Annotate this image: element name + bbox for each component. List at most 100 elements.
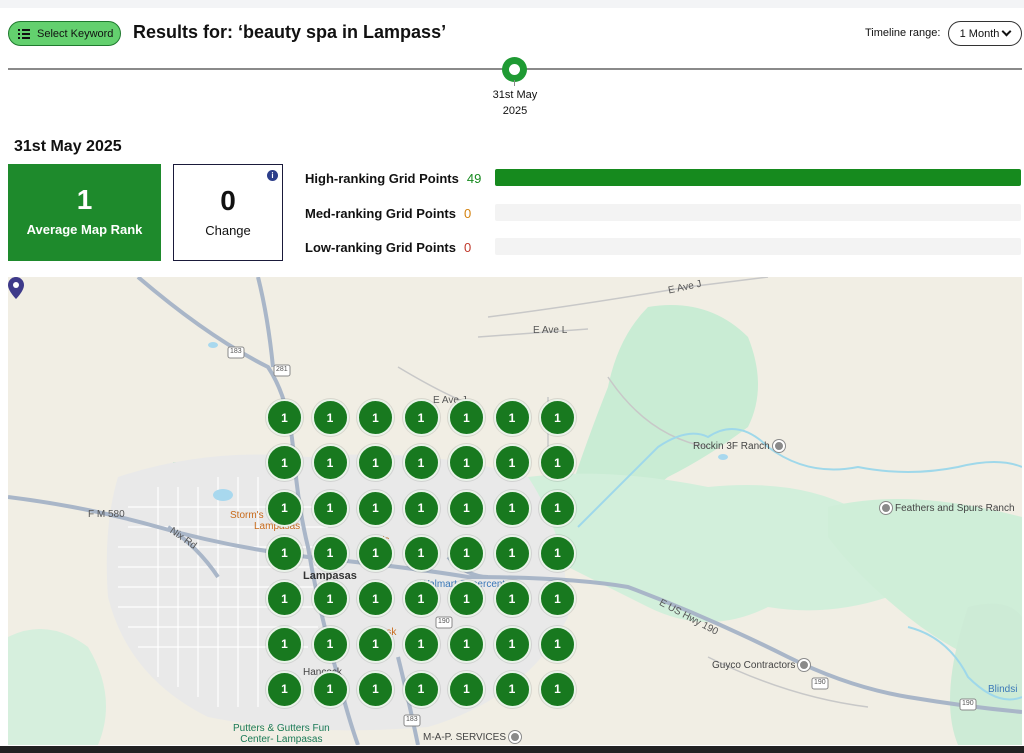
- timeline-date-line2: 2025: [502, 105, 528, 117]
- grid-point[interactable]: 1: [539, 580, 576, 618]
- place-pin-icon: [798, 659, 811, 671]
- grid-point[interactable]: 1: [493, 625, 531, 663]
- select-keyword-label: Select Keyword: [37, 27, 114, 40]
- grid-point[interactable]: 1: [357, 625, 394, 663]
- list-icon: [18, 28, 30, 39]
- grid-point[interactable]: 1: [493, 670, 531, 708]
- grid-point[interactable]: 1: [402, 670, 440, 708]
- grid-point[interactable]: 1: [493, 580, 531, 618]
- grid-point[interactable]: 1: [311, 670, 349, 708]
- grid-point[interactable]: 1: [311, 580, 349, 618]
- change-card: i 0 Change: [173, 164, 283, 261]
- timeline-date-line1: 31st May: [492, 89, 538, 101]
- grid-point[interactable]: 1: [311, 444, 349, 482]
- high-ranking-bar-fill: [495, 169, 1021, 186]
- grid-point[interactable]: 1: [357, 534, 394, 572]
- grid-point[interactable]: 1: [266, 399, 303, 436]
- timeline-range-label: Timeline range:: [865, 27, 941, 39]
- grid-point[interactable]: 1: [539, 489, 576, 527]
- shield-183-b: 183: [406, 716, 418, 723]
- rank-grid-map[interactable]: 183 281 183 190 190 190 E Ave J E Ave L …: [8, 277, 1022, 745]
- poi-storms[interactable]: Storm's: [230, 510, 264, 521]
- poi-feathers-and-spurs-ranch[interactable]: Feathers and Spurs Ranch: [880, 502, 1015, 514]
- low-ranking-bar: [495, 238, 1021, 255]
- low-ranking-row: Low-ranking Grid Points 0: [305, 237, 471, 257]
- average-map-rank-value: 1: [76, 184, 93, 215]
- med-ranking-count: 0: [463, 205, 472, 221]
- poi-guyco-contractors[interactable]: Guyco Contractors: [712, 659, 811, 671]
- timeline-range-select[interactable]: 1 Month: [948, 21, 1022, 46]
- timeline-range-value: 1 Month: [959, 27, 1000, 40]
- grid-point[interactable]: 1: [539, 534, 576, 572]
- grid-point[interactable]: 1: [357, 399, 394, 436]
- change-label: Change: [205, 223, 251, 238]
- bottom-strip: [0, 746, 1024, 753]
- med-ranking-label: Med-ranking Grid Points: [305, 205, 456, 221]
- grid-point[interactable]: 1: [493, 399, 531, 436]
- grid-point[interactable]: 1: [266, 670, 303, 708]
- grid-point[interactable]: 1: [448, 625, 485, 663]
- shield-190-c: 190: [962, 700, 974, 707]
- timeline-date: 31st May 2025: [475, 87, 555, 119]
- grid-point[interactable]: 1: [402, 625, 440, 663]
- top-strip: [0, 0, 1024, 8]
- grid-point[interactable]: 1: [493, 489, 531, 527]
- med-ranking-bar: [495, 204, 1021, 221]
- low-ranking-count: 0: [463, 239, 472, 255]
- grid-point[interactable]: 1: [402, 534, 440, 572]
- grid-point[interactable]: 1: [448, 399, 485, 436]
- grid-point[interactable]: 1: [266, 625, 303, 663]
- timeline-point[interactable]: [502, 57, 527, 82]
- grid-point[interactable]: 1: [539, 399, 576, 436]
- grid-point[interactable]: 1: [402, 580, 440, 618]
- place-pin-icon: [880, 502, 892, 514]
- road-label-e-ave-l: E Ave L: [533, 325, 568, 336]
- grid-point[interactable]: 1: [448, 489, 485, 527]
- chevron-down-icon: [1001, 26, 1012, 37]
- grid-point[interactable]: 1: [402, 399, 440, 436]
- grid-point[interactable]: 1: [311, 534, 349, 572]
- med-ranking-row: Med-ranking Grid Points 0: [305, 203, 471, 223]
- grid-point[interactable]: 1: [266, 534, 303, 572]
- page-title: Results for: ‘beauty spa in Lampass’: [133, 22, 447, 42]
- grid-point[interactable]: 1: [493, 444, 531, 482]
- grid-point[interactable]: 1: [539, 625, 576, 663]
- place-pin-icon: [509, 731, 521, 743]
- info-icon[interactable]: i: [267, 170, 278, 181]
- high-ranking-label: High-ranking Grid Points: [305, 170, 459, 186]
- high-ranking-bar: [495, 169, 1021, 186]
- shield-190-a: 190: [438, 618, 450, 625]
- average-map-rank-card: 1 Average Map Rank: [8, 164, 161, 261]
- grid-point[interactable]: 1: [493, 534, 531, 572]
- grid-point[interactable]: 1: [402, 444, 440, 482]
- shield-190-b: 190: [814, 679, 826, 686]
- grid-point[interactable]: 1: [539, 670, 576, 708]
- select-keyword-button[interactable]: Select Keyword: [8, 21, 121, 46]
- grid-point[interactable]: 1: [448, 580, 485, 618]
- timeline-tick: [514, 80, 515, 86]
- grid-point[interactable]: 1: [311, 625, 349, 663]
- grid-point[interactable]: 1: [311, 399, 349, 436]
- grid-point[interactable]: 1: [266, 489, 303, 527]
- poi-blindsi[interactable]: Blindsi: [988, 684, 1017, 695]
- grid-point[interactable]: 1: [357, 489, 394, 527]
- grid-point[interactable]: 1: [448, 670, 485, 708]
- shield-183-a: 183: [230, 348, 242, 355]
- shield-281: 281: [276, 366, 288, 373]
- grid-point[interactable]: 1: [402, 489, 440, 527]
- place-pin-icon: [772, 440, 785, 452]
- grid-point[interactable]: 1: [266, 580, 303, 618]
- change-value: 0: [220, 185, 236, 216]
- poi-putters-gutters[interactable]: Putters & Gutters Fun Center- Lampasas: [233, 723, 330, 745]
- low-ranking-label: Low-ranking Grid Points: [305, 239, 456, 255]
- poi-map-services[interactable]: M-A-P. SERVICES: [423, 731, 521, 743]
- average-map-rank-label: Average Map Rank: [26, 222, 143, 237]
- grid-point[interactable]: 1: [357, 580, 394, 618]
- grid-point[interactable]: 1: [311, 489, 349, 527]
- report-date-heading: 31st May 2025: [14, 138, 122, 155]
- poi-rockin-3f-ranch[interactable]: Rockin 3F Ranch: [693, 440, 785, 452]
- grid-point[interactable]: 1: [448, 534, 485, 572]
- high-ranking-row: High-ranking Grid Points 49: [305, 168, 481, 188]
- grid-point[interactable]: 1: [357, 670, 394, 708]
- high-ranking-count: 49: [466, 170, 482, 186]
